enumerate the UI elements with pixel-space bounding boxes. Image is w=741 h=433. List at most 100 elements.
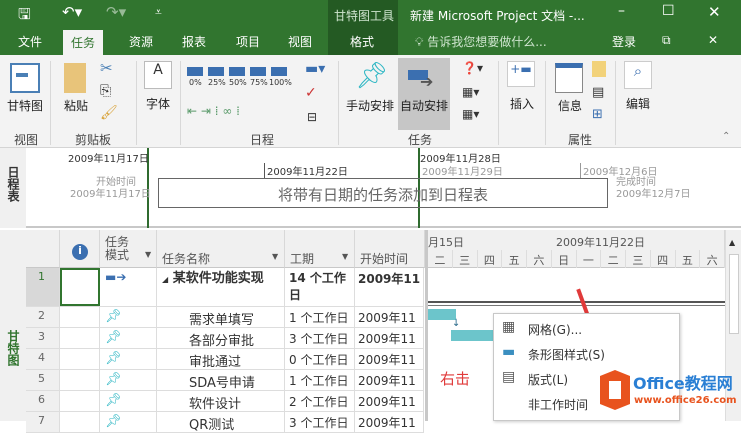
duration-cell[interactable]: 2 个工作日 — [285, 391, 355, 411]
task-name-cell[interactable]: 需求单填写 — [157, 307, 285, 328]
task-name-cell[interactable]: SDA号申请 — [157, 370, 285, 391]
duration-header[interactable]: 工期 ▼ — [285, 230, 355, 268]
task-mode-cell[interactable]: 📌︎ — [100, 307, 157, 327]
notes-icon[interactable] — [592, 61, 606, 77]
task-name-cell[interactable]: 审批通过 — [157, 349, 285, 370]
tab-file[interactable]: 文件 — [18, 33, 42, 50]
row-number[interactable]: 2 — [26, 307, 60, 327]
details-icon[interactable]: ▤ — [592, 85, 604, 100]
tell-me-input[interactable]: 💡︎ 告诉我您想要做什么... — [415, 33, 547, 50]
indicator-cell[interactable] — [60, 391, 100, 411]
duration-cell[interactable]: 1 个工作日 — [285, 370, 355, 390]
task-mode-header[interactable]: 任务模式 ▼ — [100, 230, 157, 268]
add-to-timeline-icon[interactable]: ⊞ — [592, 107, 603, 122]
cut-icon[interactable]: ✂ — [100, 59, 113, 77]
row-number[interactable]: 7 — [26, 412, 60, 432]
row-number[interactable]: 1 — [26, 268, 60, 306]
indicator-cell[interactable] — [60, 328, 100, 348]
task-mode-cell[interactable]: ▬➔ — [100, 268, 157, 306]
table-row[interactable]: 1 ▬➔ ◢ 某软件功能实现 14 个工作日 2009年11 — [26, 268, 424, 307]
row-number[interactable]: 4 — [26, 349, 60, 369]
information-button[interactable]: 信息 — [558, 97, 582, 114]
tab-report[interactable]: 报表 — [182, 33, 206, 50]
tab-resource[interactable]: 资源 — [129, 33, 153, 50]
percent-25-button[interactable]: 25% — [208, 78, 226, 87]
tab-project[interactable]: 项目 — [236, 33, 260, 50]
timeline-drop-area[interactable]: 将带有日期的任务添加到日程表 — [158, 178, 608, 208]
row-number[interactable]: 5 — [26, 370, 60, 390]
tab-view[interactable]: 视图 — [288, 33, 312, 50]
table-row[interactable]: 3 📌︎ 各部分审批 3 个工作日 2009年11 — [26, 328, 424, 349]
minimize-button[interactable]: – — [618, 3, 625, 19]
font-button[interactable]: 字体 — [146, 95, 170, 112]
table-row[interactable]: 6 📌︎ 软件设计 2 个工作日 2009年11 — [26, 391, 424, 412]
indicator-cell[interactable] — [60, 268, 100, 306]
row-number[interactable]: 3 — [26, 328, 60, 348]
duration-cell[interactable]: 1 个工作日 — [285, 307, 355, 327]
insert-button[interactable]: 插入 — [510, 95, 534, 112]
auto-schedule-button[interactable]: ➔ 自动安排 — [398, 58, 450, 130]
start-cell[interactable]: 2009年11 — [355, 391, 424, 411]
task-mode-cell[interactable]: 📌︎ — [100, 391, 157, 411]
task-name-cell[interactable]: QR测试 — [157, 412, 285, 433]
editing-button[interactable]: 编辑 — [626, 95, 650, 112]
indicators-header[interactable]: i — [60, 230, 100, 268]
redo-icon[interactable]: ↷▾ — [106, 3, 126, 21]
login-link[interactable]: 登录 — [612, 33, 636, 50]
duration-cell[interactable]: 3 个工作日 — [285, 412, 355, 432]
row-number[interactable]: 6 — [26, 391, 60, 411]
indicator-cell[interactable] — [60, 349, 100, 369]
start-header[interactable]: 开始时间 — [355, 230, 425, 268]
close-doc-button[interactable]: ✕ — [708, 33, 718, 47]
select-all-corner[interactable] — [26, 230, 60, 268]
start-cell[interactable]: 2009年11 — [355, 412, 424, 432]
mode-icon[interactable]: ▦▾ — [462, 107, 479, 121]
start-cell[interactable]: 2009年11 — [355, 328, 424, 348]
percent-100-button[interactable]: 100% — [269, 78, 292, 87]
percent-0-button[interactable]: 0% — [189, 78, 202, 87]
split-task-icon[interactable]: ⊟ — [307, 110, 317, 124]
save-icon[interactable]: 🖫 — [18, 4, 31, 29]
copy-icon[interactable]: ⎘ — [100, 83, 111, 99]
start-cell[interactable]: 2009年11 — [355, 268, 424, 306]
start-cell[interactable]: 2009年11 — [355, 370, 424, 390]
duration-cell[interactable]: 14 个工作日 — [285, 268, 355, 306]
menu-item-bar-styles[interactable]: ▬ 条形图样式(S) — [494, 341, 679, 366]
respect-links-icon[interactable]: ▬▾ — [305, 61, 325, 77]
task-name-cell[interactable]: ◢ 某软件功能实现 — [157, 268, 285, 306]
table-row[interactable]: 5 📌︎ SDA号申请 1 个工作日 2009年11 — [26, 370, 424, 391]
indicator-cell[interactable] — [60, 412, 100, 432]
tab-task[interactable]: 任务 — [63, 30, 104, 55]
format-painter-icon[interactable]: 🖌︎ — [100, 105, 118, 121]
percent-75-button[interactable]: 75% — [250, 78, 268, 87]
customize-qat-icon[interactable]: ⩡ — [155, 5, 162, 20]
task-name-cell[interactable]: 各部分审批 — [157, 328, 285, 349]
manual-schedule-button[interactable]: 手动安排 — [346, 97, 394, 114]
outdent-indent-icons[interactable]: ⇤ ⇥ ⁞ ∞ ⁞ — [187, 104, 240, 118]
close-button[interactable]: ✕ — [708, 3, 721, 21]
inspect-icon[interactable]: ❓▾ — [462, 61, 483, 75]
percent-50-button[interactable]: 50% — [229, 78, 247, 87]
undo-icon[interactable]: ↶▾ — [62, 3, 82, 21]
indicator-cell[interactable] — [60, 307, 100, 327]
gantt-chart-button[interactable]: 甘特图 — [7, 97, 43, 114]
restore-ribbon-icon[interactable]: ⧉ — [662, 33, 671, 48]
menu-item-gridlines[interactable]: ▦ 网格(G)... — [494, 316, 679, 341]
task-mode-cell[interactable]: 📌︎ — [100, 349, 157, 369]
table-row[interactable]: 2 📌︎ 需求单填写 1 个工作日 2009年11 — [26, 307, 424, 328]
indicator-cell[interactable] — [60, 370, 100, 390]
duration-cell[interactable]: 0 个工作日 — [285, 349, 355, 369]
inactivate-icon[interactable]: ✓ — [305, 85, 317, 101]
task-name-cell[interactable]: 软件设计 — [157, 391, 285, 412]
paste-button[interactable]: 粘贴 — [64, 97, 88, 114]
maximize-button[interactable]: ☐ — [662, 3, 675, 19]
task-mode-cell[interactable]: 📌︎ — [100, 412, 157, 432]
gantt-bar-task3[interactable] — [451, 330, 495, 341]
start-cell[interactable]: 2009年11 — [355, 349, 424, 369]
collapse-ribbon-icon[interactable]: ⌃ — [722, 131, 730, 142]
table-row[interactable]: 7 📌︎ QR测试 3 个工作日 2009年11 — [26, 412, 424, 433]
task-mode-cell[interactable]: 📌︎ — [100, 328, 157, 348]
task-mode-cell[interactable]: 📌︎ — [100, 370, 157, 390]
task-name-header[interactable]: 任务名称 ▼ — [157, 230, 285, 268]
tab-format[interactable]: 格式 — [350, 33, 374, 50]
